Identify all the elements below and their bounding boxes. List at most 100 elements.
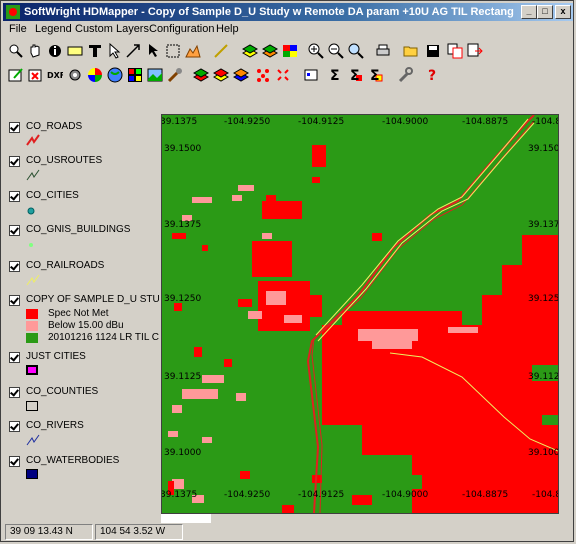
label-coverage: 20101216 1124 LR TIL Ca [48,332,159,343]
layer-checkbox-railroads[interactable] [9,261,20,272]
label-button[interactable] [64,40,86,62]
layer-checkbox-rivers[interactable] [9,421,20,432]
hand-icon [30,44,40,58]
coord-label-left: 39.1250 [164,294,201,304]
coord-label-right: 39.1250 [528,294,558,304]
legend-button[interactable] [300,64,322,86]
close-button[interactable]: x [555,5,571,19]
zoom-out-icon [328,43,344,59]
sum-color-button[interactable]: Σ [344,64,366,86]
zoom-out-button[interactable] [325,40,347,62]
svg-text:Σ: Σ [370,68,380,83]
coord-label-bottom: -104.87 [532,490,558,500]
menu-help[interactable]: Help [216,23,239,35]
layer-checkbox-just-cities[interactable] [9,352,20,363]
layer-checkbox-usroutes[interactable] [9,156,20,167]
grid-button[interactable] [124,64,146,86]
export-button[interactable] [464,40,486,62]
layer-red-button[interactable] [190,64,212,86]
image-button[interactable] [144,64,166,86]
line-button[interactable] [210,40,232,62]
layer-name-rivers: CO_RIVERS [26,420,84,431]
coord-label-bottom: -104.9000 [382,490,428,500]
coord-label-bottom: -104.9125 [298,490,344,500]
resize-button[interactable] [122,40,144,62]
zoom-button[interactable] [5,40,27,62]
pointer-button[interactable] [142,40,164,62]
zoom-extent-icon [348,43,364,59]
svg-text:?: ? [428,68,436,83]
profile-button[interactable] [182,40,204,62]
gear-button[interactable] [64,64,86,86]
sum-button[interactable]: Σ [324,64,346,86]
help-button[interactable]: ? [422,64,444,86]
edit-icon [8,68,23,82]
label-icon [67,46,83,56]
minimize-button[interactable]: _ [521,5,537,19]
coord-label-top: -104.9250 [224,117,270,127]
tools-button[interactable] [164,64,186,86]
points-button[interactable] [272,64,294,86]
delete-icon [28,69,42,82]
layer-checkbox-roads[interactable] [9,122,20,133]
save-button[interactable] [422,40,444,62]
menu-legend[interactable]: Legend [35,23,72,35]
status-latitude: 39 09 13.43 N [5,524,93,540]
open-button[interactable] [400,40,422,62]
map-view[interactable]: 39.1375 -104.9250 -104.9125 -104.9000 -104.8… [161,114,559,514]
layers-icon [262,44,278,58]
map-canvas[interactable]: 39.1375 -104.9250 -104.9125 -104.9000 -104.8… [162,115,558,513]
just-cities-swatch [26,365,38,375]
layers-up-button[interactable] [239,40,261,62]
legend-icon [304,69,318,81]
layers-color-button[interactable] [279,40,301,62]
dots-button[interactable] [252,64,274,86]
layer-checkbox-waterbodies[interactable] [9,456,20,467]
menu-configuration[interactable]: Configuration [149,23,214,35]
layer-yellow-button[interactable] [210,64,232,86]
layer-checkbox-cities[interactable] [9,191,20,202]
counties-swatch [26,401,38,411]
select-button[interactable] [162,40,184,62]
layer-checkbox-gnis-buildings[interactable] [9,225,20,236]
menu-custom-layers[interactable]: Custom Layers [75,23,149,35]
info-button[interactable] [44,40,66,62]
layer-blue-icon [233,68,249,82]
dxf-button[interactable]: DXF [44,64,66,86]
print-button[interactable] [372,40,394,62]
menu-file[interactable]: File [9,23,27,35]
text-icon [89,45,101,57]
horizontal-scrollbar-thumb[interactable] [211,514,559,523]
layer-name-study: COPY OF SAMPLE D_U STUD [26,294,159,305]
coord-label-left: 39.1375 [164,220,201,230]
wrench-button[interactable] [394,64,416,86]
wrench-icon [398,67,413,83]
zoom-in-button[interactable] [305,40,327,62]
layer-checkbox-study[interactable] [9,295,20,306]
svg-text:Σ: Σ [350,68,360,83]
app-window: SoftWright HDMapper - Copy of Sample D_U… [0,0,574,542]
copy-button[interactable] [444,40,466,62]
route-line-icon [26,169,40,181]
sum-red-button[interactable]: Σ [364,64,386,86]
coord-label-top: 39.1375 [162,117,197,127]
layers-button[interactable] [259,40,281,62]
edit-button[interactable] [5,64,27,86]
info-icon [49,45,61,57]
maximize-button[interactable]: □ [537,5,553,19]
title-bar[interactable]: SoftWright HDMapper - Copy of Sample D_U… [3,3,573,21]
svg-text:DXF: DXF [47,71,63,80]
toolbar-secondary: DXF Σ Σ Σ? [3,63,573,87]
zoom-extent-button[interactable] [345,40,367,62]
tools-icon [167,68,182,83]
help-icon: ? [428,68,436,83]
color-wheel-button[interactable] [84,64,106,86]
zoom-in-icon [308,43,324,59]
dxf-icon: DXF [47,71,63,80]
globe-button[interactable] [104,64,126,86]
resize-icon [126,44,140,58]
save-icon [427,45,439,57]
layer-blue-button[interactable] [230,64,252,86]
text-button[interactable] [84,40,106,62]
layer-checkbox-counties[interactable] [9,387,20,398]
